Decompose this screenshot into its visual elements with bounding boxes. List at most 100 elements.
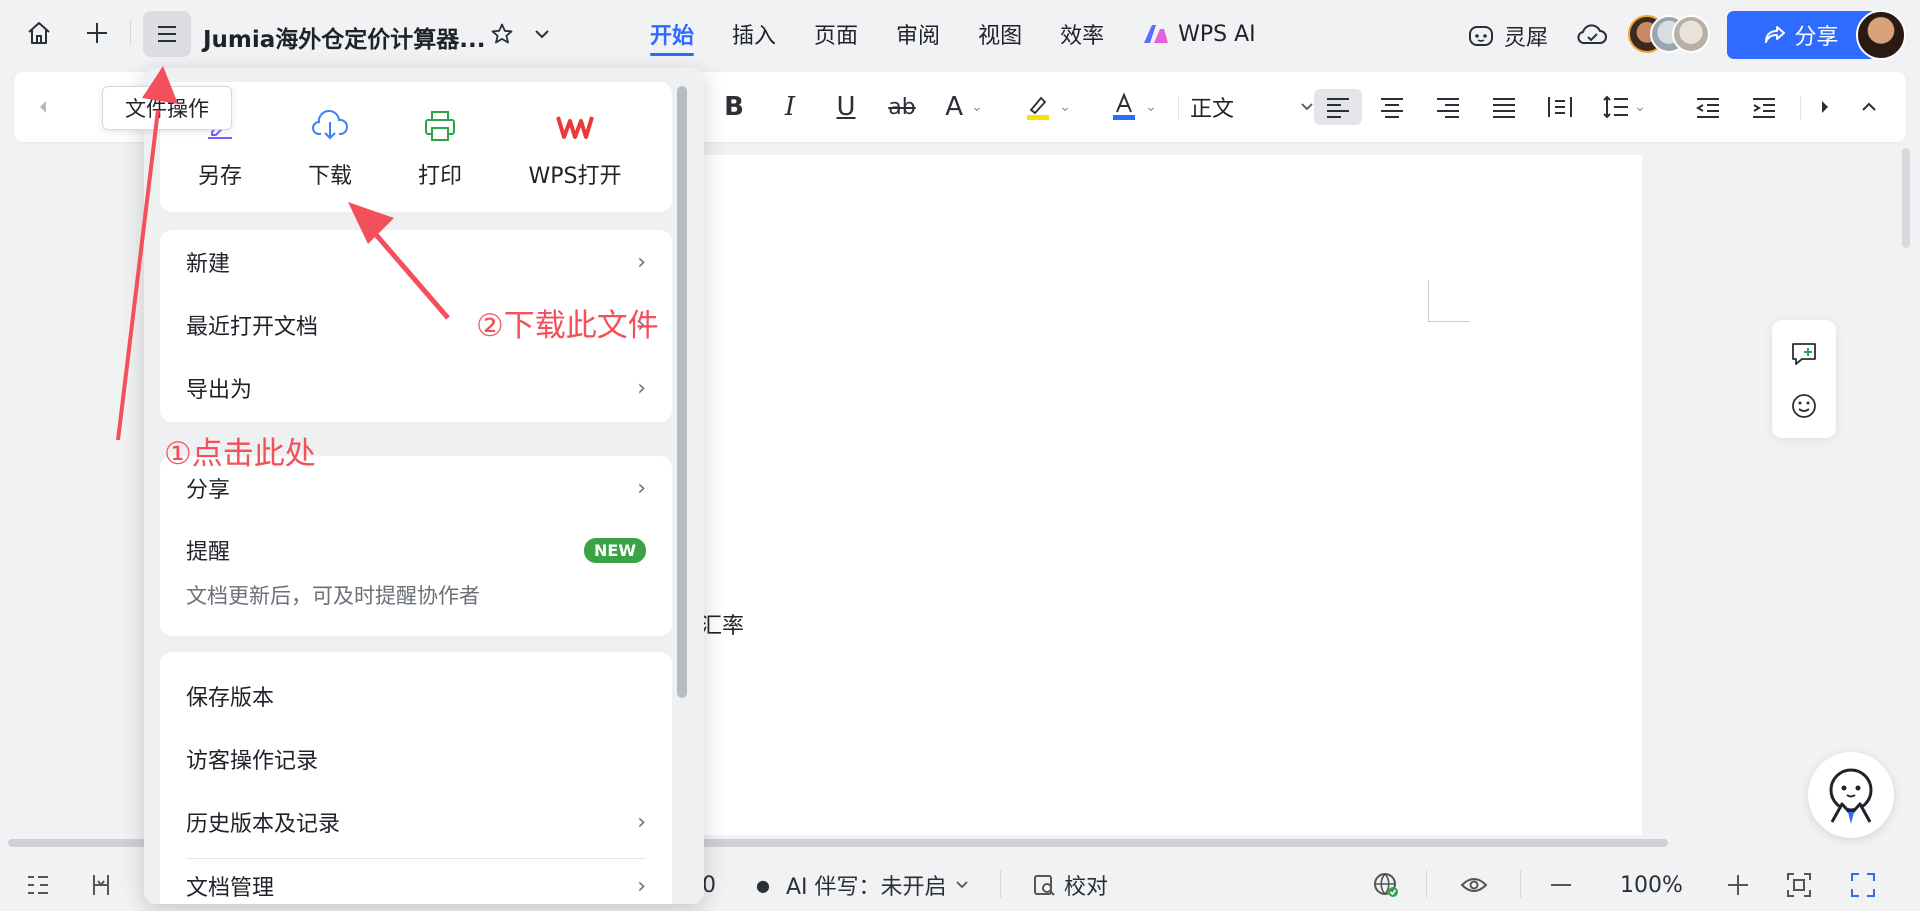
divider (1520, 870, 1521, 898)
line-spacing-icon[interactable]: ⌄ (1594, 89, 1654, 125)
ai-writing-toggle[interactable]: AI 伴写：未开启 (786, 870, 969, 900)
proofread-button[interactable]: 校对 (1032, 870, 1108, 900)
emoji-icon[interactable] (1788, 390, 1820, 422)
ribbon-scroll-right-icon[interactable] (1810, 89, 1840, 125)
lingxi-label: 灵犀 (1504, 26, 1549, 51)
menu-icon (158, 26, 176, 42)
bold-icon[interactable]: B (714, 89, 754, 125)
file-operation-tooltip: 文件操作 (102, 86, 232, 130)
annotation-step-2: ②下载此文件 (476, 308, 659, 344)
menu-item-save-version[interactable]: 保存版本 (186, 676, 646, 716)
page-count: 0 (702, 872, 716, 898)
ai-writing-label: AI 伴写：未开启 (786, 875, 947, 900)
menu-item-reminder[interactable]: 提醒 NEW (186, 530, 646, 570)
tab-wps-ai[interactable]: WPS AI (1142, 0, 1256, 68)
chevron-right-icon: › (637, 375, 646, 401)
align-right-icon[interactable] (1426, 89, 1470, 125)
menu-item-doc-manage[interactable]: 文档管理 › (186, 866, 646, 904)
zoom-in-icon[interactable] (1727, 870, 1749, 900)
align-center-icon[interactable] (1370, 89, 1414, 125)
avatar (1672, 15, 1710, 53)
menu-item-share[interactable]: 分享 › (186, 468, 646, 508)
decrease-indent-icon[interactable] (1686, 89, 1730, 125)
font-size-icon[interactable]: A ⌄ (934, 89, 994, 125)
menu-scrollbar[interactable] (677, 86, 687, 698)
version-group-card: 保存版本 访客操作记录 历史版本及记录 › 文档管理 › (160, 652, 672, 904)
document-title[interactable]: Jumia海外仓定价计算器... (203, 20, 486, 54)
divider (1178, 96, 1179, 120)
reminder-description: 文档更新后，可及时提醒协作者 (186, 584, 480, 608)
assistant-mascot[interactable] (1808, 752, 1894, 838)
document-page[interactable] (700, 155, 1642, 835)
chevron-down-icon (1301, 103, 1313, 111)
menu-item-visitor-log[interactable]: 访客操作记录 (186, 739, 646, 779)
menu-item-label: 新建 (186, 252, 231, 277)
tab-page[interactable]: 页面 (814, 0, 858, 68)
tab-view[interactable]: 视图 (978, 0, 1022, 68)
mascot-icon (1829, 768, 1873, 824)
collaborator-avatars[interactable] (1628, 15, 1710, 53)
new-badge: NEW (584, 537, 646, 563)
divider (1800, 96, 1801, 120)
download-label: 下载 (307, 164, 352, 189)
font-color-icon[interactable]: ⌄ (1098, 89, 1168, 125)
outline-icon[interactable] (26, 870, 50, 900)
menu-item-label: 导出为 (186, 378, 253, 403)
collapse-ribbon-icon[interactable] (1854, 89, 1884, 125)
menu-item-new[interactable]: 新建 › (186, 242, 646, 282)
chevron-right-icon: › (637, 809, 646, 835)
share-icon (1765, 26, 1786, 43)
menu-item-label: 文档管理 (186, 876, 275, 901)
highlight-icon[interactable]: ⌄ (1012, 89, 1082, 125)
top-bar: Jumia海外仓定价计算器... 开始 插入 页面 审阅 视图 效率 WPS A… (0, 0, 1920, 68)
star-icon[interactable] (488, 20, 516, 48)
tab-review[interactable]: 审阅 (896, 0, 940, 68)
read-mode-icon[interactable] (1460, 870, 1488, 900)
chevron-down-icon (955, 881, 968, 889)
home-icon[interactable] (22, 16, 56, 50)
menu-item-label: 访客操作记录 (186, 749, 319, 774)
tab-efficiency[interactable]: 效率 (1060, 0, 1104, 68)
page-layout-icon[interactable] (90, 870, 112, 900)
fullscreen-icon[interactable] (1850, 870, 1876, 900)
share-button[interactable]: 分享 (1727, 11, 1876, 59)
align-left-icon[interactable] (1314, 89, 1362, 125)
zoom-level[interactable]: 100% (1620, 870, 1683, 900)
menu-item-history[interactable]: 历史版本及记录 › (186, 802, 646, 842)
divider (1426, 870, 1427, 898)
proofread-label: 校对 (1064, 875, 1109, 900)
wps-open-label: WPS打开 (528, 164, 622, 189)
underline-icon[interactable]: U (826, 89, 866, 125)
distribute-icon[interactable] (1538, 89, 1582, 125)
fit-page-icon[interactable] (1786, 870, 1812, 900)
chevron-right-icon: › (637, 249, 646, 275)
proofread-icon (1034, 875, 1055, 896)
menu-item-export[interactable]: 导出为 › (186, 368, 646, 408)
ribbon-scroll-left-icon[interactable] (28, 89, 58, 125)
document-text[interactable]: 汇率 (700, 608, 744, 640)
strikethrough-icon[interactable]: ab (880, 89, 924, 125)
user-avatar[interactable] (1856, 10, 1906, 60)
tab-insert[interactable]: 插入 (732, 0, 776, 68)
zoom-out-icon[interactable] (1550, 870, 1572, 900)
paragraph-style-select[interactable]: 正文 (1190, 89, 1314, 125)
side-toolbar (1772, 320, 1836, 438)
cloud-sync-icon[interactable] (1576, 20, 1608, 48)
annotation-step-1: ①点击此处 (164, 436, 316, 472)
tab-home[interactable]: 开始 (650, 0, 695, 68)
language-icon[interactable] (1372, 870, 1400, 900)
add-comment-icon[interactable] (1788, 338, 1820, 370)
chevron-right-icon: › (637, 873, 646, 899)
file-menu-button[interactable] (143, 11, 191, 57)
wps-open-button[interactable]: WPS打开 (500, 106, 650, 190)
increase-indent-icon[interactable] (1742, 89, 1786, 125)
justify-icon[interactable] (1482, 89, 1526, 125)
lingxi-button[interactable]: 灵犀 (1466, 20, 1548, 52)
chevron-down-icon[interactable] (530, 22, 554, 46)
italic-icon[interactable]: I (770, 89, 810, 125)
download-button[interactable]: 下载 (270, 106, 390, 190)
vertical-scrollbar[interactable] (1902, 148, 1910, 248)
print-button[interactable]: 打印 (380, 106, 500, 190)
lingxi-icon (1469, 26, 1493, 46)
new-tab-icon[interactable] (80, 16, 114, 50)
